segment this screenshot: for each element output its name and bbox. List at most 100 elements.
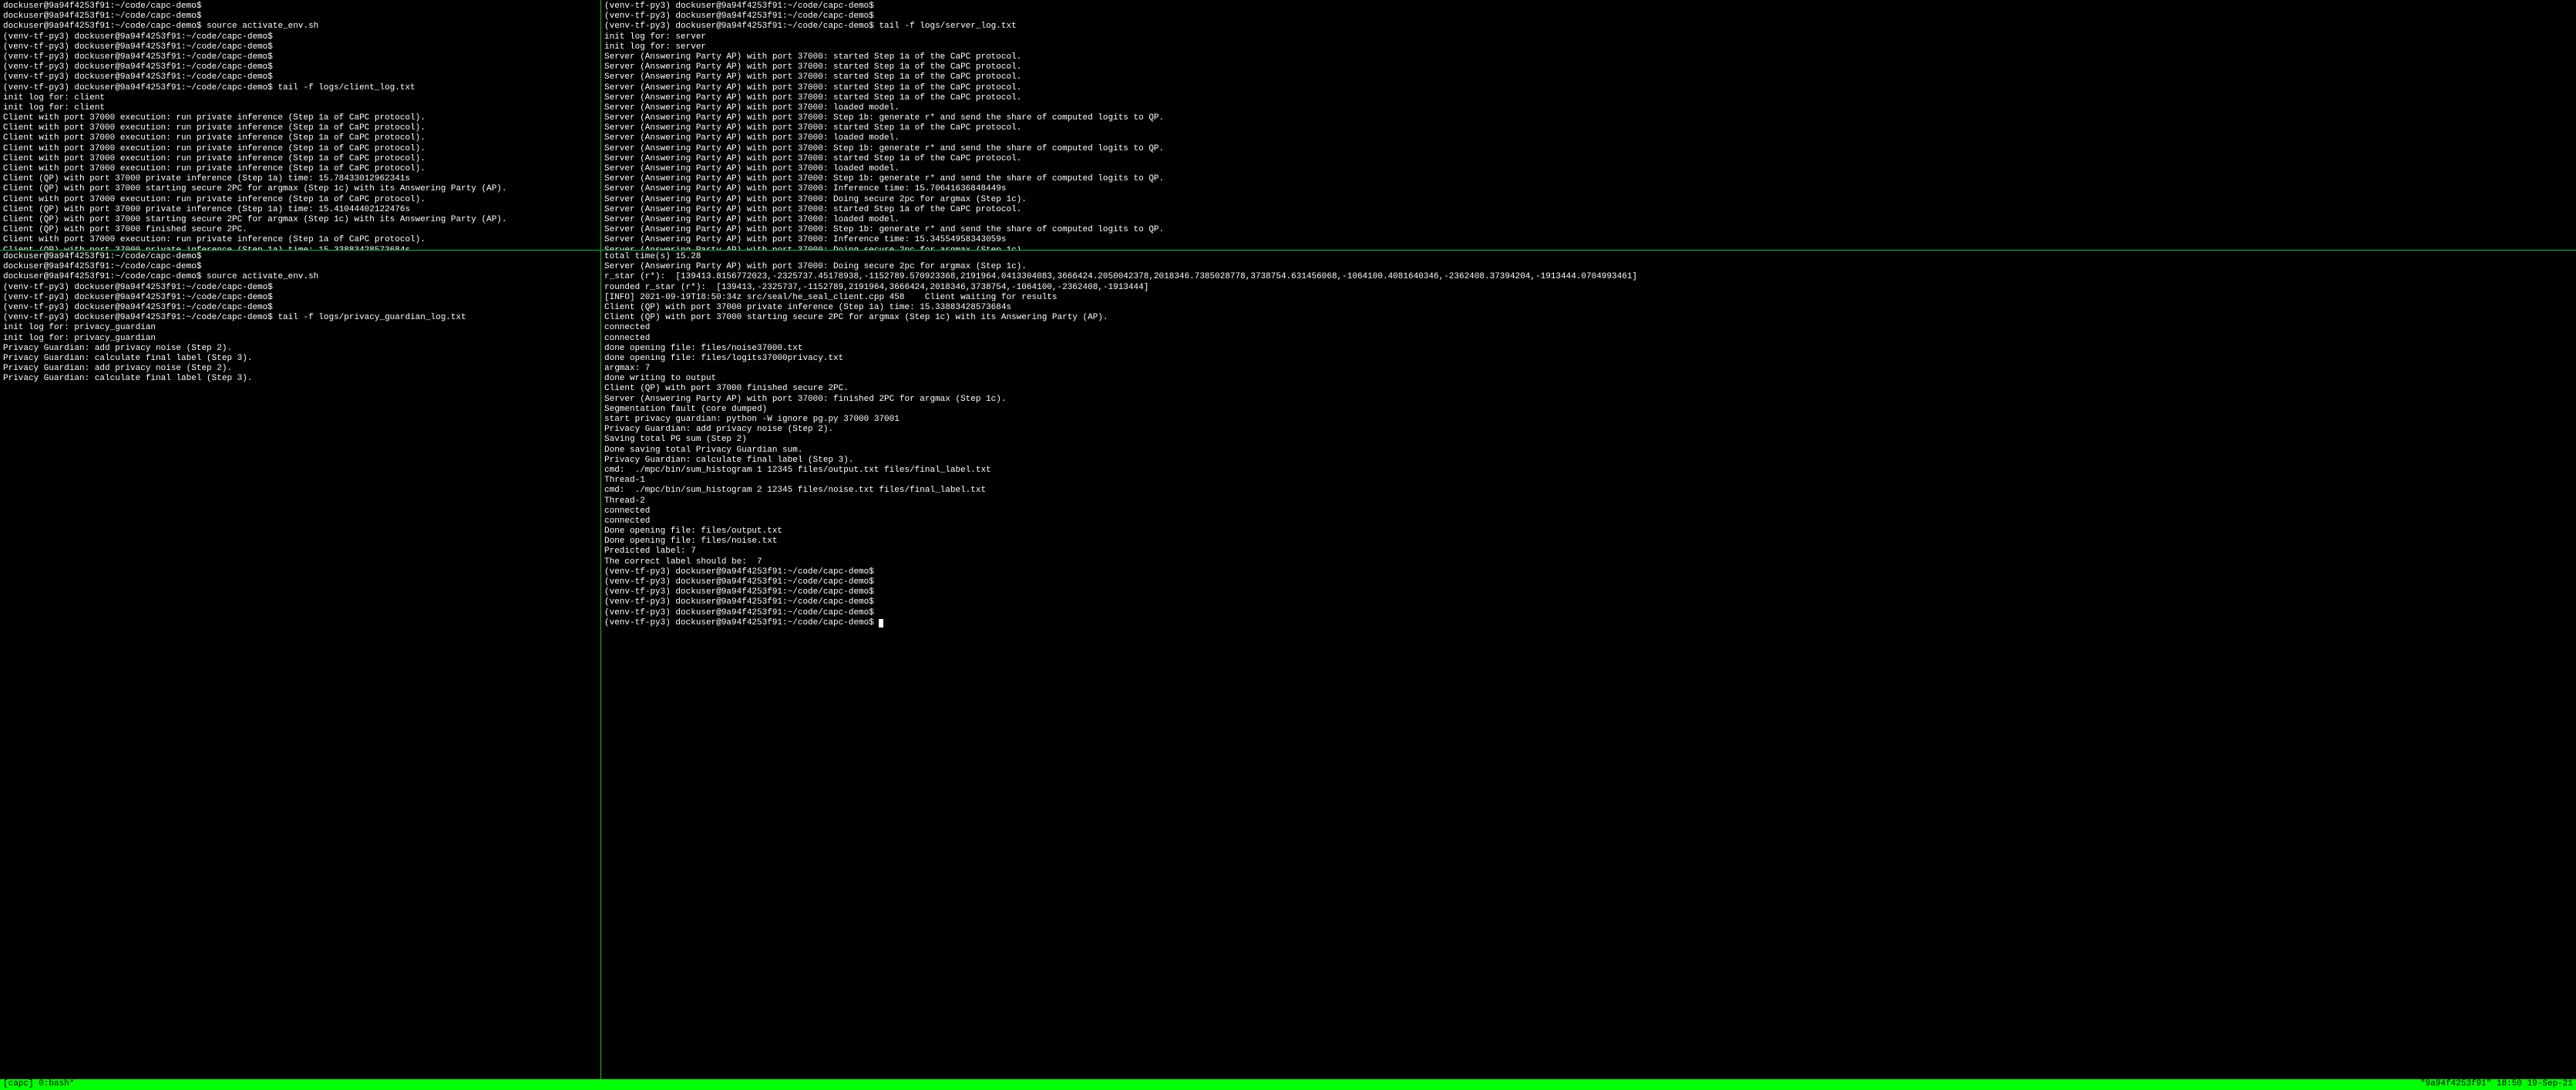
terminal-line: Client with port 37000 execution: run pr… bbox=[3, 133, 597, 143]
terminal-line: rounded r_star (r*): [139413,-2325737,-1… bbox=[604, 283, 2573, 293]
terminal-line: (venv-tf-py3) dockuser@9a94f4253f91:~/co… bbox=[3, 62, 597, 72]
terminal-line: start privacy guardian: python -W ignore… bbox=[604, 415, 2573, 425]
terminal-line: Server (Answering Party AP) with port 37… bbox=[604, 123, 2573, 133]
terminal-line: Thread-2 bbox=[604, 496, 2573, 506]
pane-bottom-left[interactable]: dockuser@9a94f4253f91:~/code/capc-demo$d… bbox=[0, 251, 601, 1079]
terminal-line: Privacy Guardian: calculate final label … bbox=[3, 374, 597, 384]
terminal-line: (venv-tf-py3) dockuser@9a94f4253f91:~/co… bbox=[3, 293, 597, 303]
terminal-line: connected bbox=[604, 516, 2573, 526]
terminal-line: dockuser@9a94f4253f91:~/code/capc-demo$ … bbox=[3, 22, 597, 32]
terminal-line: (venv-tf-py3) dockuser@9a94f4253f91:~/co… bbox=[3, 283, 597, 293]
terminal-line: (venv-tf-py3) dockuser@9a94f4253f91:~/co… bbox=[3, 42, 597, 52]
terminal-line: Server (Answering Party AP) with port 37… bbox=[604, 195, 2573, 205]
terminal-line: connected bbox=[604, 334, 2573, 344]
terminal-line: (venv-tf-py3) dockuser@9a94f4253f91:~/co… bbox=[3, 313, 597, 323]
terminal-line: [INFO] 2021-09-19T18:50:34z src/seal/he_… bbox=[604, 293, 2573, 303]
terminal-line: Server (Answering Party AP) with port 37… bbox=[604, 113, 2573, 123]
terminal-line: init log for: client bbox=[3, 103, 597, 113]
terminal-line: (venv-tf-py3) dockuser@9a94f4253f91:~/co… bbox=[604, 567, 2573, 577]
terminal-line: (venv-tf-py3) dockuser@9a94f4253f91:~/co… bbox=[604, 597, 2573, 607]
terminal-line: The correct label should be: 7 bbox=[604, 557, 2573, 567]
terminal-line: Server (Answering Party AP) with port 37… bbox=[604, 395, 2573, 405]
terminal-line: (venv-tf-py3) dockuser@9a94f4253f91:~/co… bbox=[604, 12, 2573, 22]
terminal-line: Client with port 37000 execution: run pr… bbox=[3, 123, 597, 133]
status-left: [capc] 0:bash* bbox=[3, 1079, 74, 1089]
terminal-line: Done opening file: files/noise.txt bbox=[604, 537, 2573, 547]
terminal-line: Done opening file: files/output.txt bbox=[604, 526, 2573, 537]
pane-top-left[interactable]: dockuser@9a94f4253f91:~/code/capc-demo$d… bbox=[0, 0, 601, 251]
terminal-line: Privacy Guardian: calculate final label … bbox=[604, 456, 2573, 466]
terminal-line: Segmentation fault (core dumped) bbox=[604, 405, 2573, 415]
terminal-line: Server (Answering Party AP) with port 37… bbox=[604, 83, 2573, 93]
terminal-line: Client (QP) with port 37000 private infe… bbox=[604, 303, 2573, 313]
cursor bbox=[879, 619, 883, 627]
terminal-line: (venv-tf-py3) dockuser@9a94f4253f91:~/co… bbox=[604, 2, 2573, 12]
terminal-line: (venv-tf-py3) dockuser@9a94f4253f91:~/co… bbox=[604, 577, 2573, 587]
terminal-line: Client with port 37000 execution: run pr… bbox=[3, 195, 597, 205]
terminal-line: cmd: ./mpc/bin/sum_histogram 2 12345 fil… bbox=[604, 486, 2573, 496]
terminal-line: (venv-tf-py3) dockuser@9a94f4253f91:~/co… bbox=[3, 72, 597, 82]
terminal-line: init log for: privacy_guardian bbox=[3, 334, 597, 344]
terminal-line: argmax: 7 bbox=[604, 364, 2573, 374]
status-right: "9a94f4253f91" 18:50 19-Sep-21 bbox=[2420, 1079, 2573, 1089]
terminal-line: Server (Answering Party AP) with port 37… bbox=[604, 62, 2573, 72]
terminal-line: Server (Answering Party AP) with port 37… bbox=[604, 133, 2573, 143]
terminal-line: Client (QP) with port 37000 starting sec… bbox=[3, 184, 597, 194]
terminal-line: Server (Answering Party AP) with port 37… bbox=[604, 103, 2573, 113]
terminal-line: Client with port 37000 execution: run pr… bbox=[3, 154, 597, 164]
terminal-line: Client (QP) with port 37000 private infe… bbox=[3, 205, 597, 215]
terminal-line: dockuser@9a94f4253f91:~/code/capc-demo$ … bbox=[3, 272, 597, 282]
terminal-line: Server (Answering Party AP) with port 37… bbox=[604, 174, 2573, 184]
terminal-line: done writing to output bbox=[604, 374, 2573, 384]
terminal-line: Server (Answering Party AP) with port 37… bbox=[604, 52, 2573, 62]
terminal-line: Privacy Guardian: add privacy noise (Ste… bbox=[3, 364, 597, 374]
terminal-line: Server (Answering Party AP) with port 37… bbox=[604, 93, 2573, 103]
terminal-line: Client with port 37000 execution: run pr… bbox=[3, 235, 597, 245]
terminal-line: (venv-tf-py3) dockuser@9a94f4253f91:~/co… bbox=[3, 83, 597, 93]
terminal-line: Server (Answering Party AP) with port 37… bbox=[604, 154, 2573, 164]
terminal-line: cmd: ./mpc/bin/sum_histogram 1 12345 fil… bbox=[604, 466, 2573, 476]
terminal-line: init log for: privacy_guardian bbox=[3, 323, 597, 333]
terminal-line: Server (Answering Party AP) with port 37… bbox=[604, 72, 2573, 82]
terminal-line: Thread-1 bbox=[604, 476, 2573, 486]
terminal-line: Client (QP) with port 37000 finished sec… bbox=[3, 225, 597, 235]
pane-top-right[interactable]: (venv-tf-py3) dockuser@9a94f4253f91:~/co… bbox=[601, 0, 2576, 251]
terminal-line: (venv-tf-py3) dockuser@9a94f4253f91:~/co… bbox=[604, 618, 2573, 628]
terminal-line: Done saving total Privacy Guardian sum. bbox=[604, 446, 2573, 456]
terminal-line: r_star (r*): [139413.8156772023,-2325737… bbox=[604, 272, 2573, 282]
terminal-line: dockuser@9a94f4253f91:~/code/capc-demo$ bbox=[3, 2, 597, 12]
pane-bottom-right[interactable]: total time(s) 15.28Server (Answering Par… bbox=[601, 251, 2576, 1079]
terminal-line: (venv-tf-py3) dockuser@9a94f4253f91:~/co… bbox=[3, 32, 597, 42]
terminal-line: Client with port 37000 execution: run pr… bbox=[3, 164, 597, 174]
tmux-grid: dockuser@9a94f4253f91:~/code/capc-demo$d… bbox=[0, 0, 2576, 1079]
terminal-line: (venv-tf-py3) dockuser@9a94f4253f91:~/co… bbox=[604, 587, 2573, 597]
terminal-line: Client (QP) with port 37000 finished sec… bbox=[604, 384, 2573, 394]
terminal-line: Privacy Guardian: calculate final label … bbox=[3, 354, 597, 364]
terminal-line: Privacy Guardian: add privacy noise (Ste… bbox=[3, 344, 597, 354]
terminal-line: Client with port 37000 execution: run pr… bbox=[3, 113, 597, 123]
terminal-line: init log for: server bbox=[604, 32, 2573, 42]
terminal-line: Server (Answering Party AP) with port 37… bbox=[604, 184, 2573, 194]
terminal-line: Server (Answering Party AP) with port 37… bbox=[604, 262, 2573, 272]
tmux-statusbar: [capc] 0:bash* "9a94f4253f91" 18:50 19-S… bbox=[0, 1079, 2576, 1090]
terminal-line: dockuser@9a94f4253f91:~/code/capc-demo$ bbox=[3, 262, 597, 272]
terminal-line: (venv-tf-py3) dockuser@9a94f4253f91:~/co… bbox=[3, 52, 597, 62]
terminal-line: Saving total PG sum (Step 2) bbox=[604, 435, 2573, 445]
terminal-line: connected bbox=[604, 506, 2573, 516]
terminal-line: Predicted label: 7 bbox=[604, 547, 2573, 557]
terminal-line: Server (Answering Party AP) with port 37… bbox=[604, 164, 2573, 174]
terminal-line: dockuser@9a94f4253f91:~/code/capc-demo$ bbox=[3, 12, 597, 22]
terminal-line: (venv-tf-py3) dockuser@9a94f4253f91:~/co… bbox=[3, 303, 597, 313]
terminal-line: (venv-tf-py3) dockuser@9a94f4253f91:~/co… bbox=[604, 22, 2573, 32]
terminal-line: connected bbox=[604, 323, 2573, 333]
terminal-line: Client with port 37000 execution: run pr… bbox=[3, 144, 597, 154]
terminal-line: init log for: client bbox=[3, 93, 597, 103]
terminal-line: done opening file: files/noise37000.txt bbox=[604, 344, 2573, 354]
terminal-line: Client (QP) with port 37000 starting sec… bbox=[604, 313, 2573, 323]
terminal-line: total time(s) 15.28 bbox=[604, 252, 2573, 262]
terminal-line: init log for: server bbox=[604, 42, 2573, 52]
terminal-line: (venv-tf-py3) dockuser@9a94f4253f91:~/co… bbox=[604, 608, 2573, 618]
terminal-line: Server (Answering Party AP) with port 37… bbox=[604, 215, 2573, 225]
terminal-line: Server (Answering Party AP) with port 37… bbox=[604, 235, 2573, 245]
terminal-line: Server (Answering Party AP) with port 37… bbox=[604, 144, 2573, 154]
